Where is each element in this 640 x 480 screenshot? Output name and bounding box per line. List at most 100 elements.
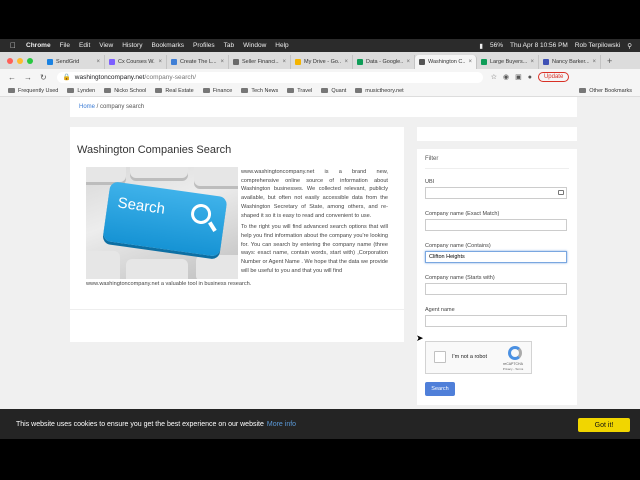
folder-icon — [8, 88, 15, 93]
tab-title: SendGrid — [56, 59, 80, 65]
mac-menu-bar:  Chrome File Edit View History Bookmarks Prof… — [0, 39, 640, 52]
folder-icon — [355, 88, 363, 93]
close-tab-icon[interactable]: × — [158, 59, 162, 65]
new-tab-icon[interactable]: + — [607, 56, 612, 66]
close-tab-icon[interactable]: × — [220, 59, 224, 65]
page-title: Washington Companies Search — [77, 144, 232, 156]
close-tab-icon[interactable]: × — [344, 59, 348, 65]
sidebar-top-card — [417, 127, 577, 141]
folder-icon — [579, 88, 587, 93]
tabs: SendGrid × Cx Courses W... × Create The L...… — [43, 55, 601, 69]
browser-tab[interactable]: Data - Google... × — [353, 55, 415, 69]
ubi-input[interactable] — [425, 187, 567, 199]
bookmark-item[interactable]: Travel — [287, 88, 312, 94]
bookmark-item[interactable]: musictheory.net — [355, 88, 404, 94]
folder-icon — [202, 88, 210, 93]
clock[interactable]: Thu Apr 8 10:56 PM — [510, 42, 568, 49]
bookmark-item[interactable]: Frequently Used — [8, 88, 58, 94]
recaptcha-terms[interactable]: Privacy - Terms — [499, 367, 527, 371]
bookmark-item[interactable]: Finance — [202, 88, 232, 94]
zoom-window-icon[interactable] — [27, 57, 33, 64]
menu-item-view[interactable]: View — [99, 42, 113, 49]
captcha-checkbox[interactable] — [434, 351, 446, 363]
close-tab-icon[interactable]: × — [96, 59, 100, 65]
bookmark-item[interactable]: Nicko School — [104, 88, 146, 94]
bookmark-label: Quant — [331, 87, 347, 94]
bookmark-item[interactable]: Quant — [321, 88, 346, 94]
close-window-icon[interactable] — [7, 57, 13, 64]
browser-tab[interactable]: SendGrid × — [43, 55, 105, 69]
bookmark-label: Real Estate — [165, 87, 194, 94]
browser-tab[interactable]: Large Buyers... × — [477, 55, 539, 69]
tab-title: Cx Courses W... — [118, 59, 156, 65]
forward-icon[interactable]: → — [24, 73, 32, 82]
divider — [70, 309, 404, 310]
browser-toolbar: ← → ↻ 🔒 washingtoncompany.net/company-se… — [0, 69, 640, 85]
browser-tab[interactable]: My Drive - Go... × — [291, 55, 353, 69]
favicon-icon — [47, 59, 53, 65]
lock-icon: 🔒 — [62, 74, 71, 81]
close-tab-icon[interactable]: × — [282, 59, 286, 65]
bookmark-star-icon[interactable]: ☆ — [491, 73, 497, 81]
browser-tab[interactable]: Seller Financi... × — [229, 55, 291, 69]
search-icon[interactable]: ⚲ — [627, 42, 632, 50]
starts-with-input[interactable] — [425, 283, 567, 295]
browser-tab[interactable]: Create The L... × — [167, 55, 229, 69]
battery-icon[interactable]: ▮ — [479, 42, 483, 50]
menu-item-edit[interactable]: Edit — [79, 42, 90, 49]
search-button[interactable]: Search — [425, 382, 455, 396]
bookmark-label: Lynden — [77, 87, 96, 94]
back-icon[interactable]: ← — [8, 73, 16, 82]
menu-item-history[interactable]: History — [122, 42, 142, 49]
favicon-icon — [109, 59, 115, 65]
puzzle-icon[interactable]: ▣ — [515, 73, 522, 81]
agent-name-input[interactable] — [425, 315, 567, 327]
favicon-icon — [543, 59, 549, 65]
user-name[interactable]: Rob Terpilowski — [575, 42, 620, 49]
profile-avatar[interactable]: ● — [528, 74, 532, 81]
breadcrumb-home-link[interactable]: Home — [79, 104, 95, 110]
exact-match-label: Company name (Exact Match) — [425, 211, 500, 217]
bookmark-item[interactable]: Tech News — [241, 88, 278, 94]
favicon-icon — [171, 59, 177, 65]
menu-item-help[interactable]: Help — [275, 42, 288, 49]
menu-item-window[interactable]: Window — [243, 42, 266, 49]
starts-with-label: Company name (Starts with) — [425, 275, 495, 281]
favicon-icon — [295, 59, 301, 65]
battery-percent: 56% — [490, 42, 504, 49]
close-tab-icon[interactable]: × — [406, 59, 410, 65]
menu-app-name[interactable]: Chrome — [26, 42, 51, 49]
menu-item-file[interactable]: File — [60, 42, 70, 49]
extension-icon[interactable]: ◉ — [503, 73, 509, 81]
exact-match-input[interactable] — [425, 219, 567, 231]
contains-input[interactable] — [425, 251, 567, 263]
cookie-accept-button[interactable]: Got it! — [578, 418, 630, 432]
close-tab-icon[interactable]: × — [592, 59, 596, 65]
minimize-window-icon[interactable] — [17, 57, 23, 64]
reload-icon[interactable]: ↻ — [40, 73, 47, 82]
menu-item-bookmarks[interactable]: Bookmarks — [151, 42, 184, 49]
intro-text: www.washingtoncompany.net is a brand new… — [241, 168, 388, 278]
menu-items: Chrome File Edit View History Bookmarks Profil… — [26, 42, 289, 49]
tab-title: Large Buyers... — [490, 59, 528, 65]
menu-item-profiles[interactable]: Profiles — [193, 42, 215, 49]
tab-title: Washington C... — [428, 59, 466, 65]
apple-icon[interactable]:  — [10, 41, 17, 50]
menu-item-tab[interactable]: Tab — [224, 42, 234, 49]
browser-tab[interactable]: Cx Courses W... × — [105, 55, 167, 69]
recaptcha-brand: reCAPTCHA — [503, 362, 523, 366]
bookmark-item[interactable]: Lynden — [67, 88, 95, 94]
close-tab-icon[interactable]: × — [468, 59, 472, 65]
bookmark-item[interactable]: Real Estate — [155, 87, 194, 94]
other-bookmarks[interactable]: Other Bookmarks — [579, 88, 632, 94]
more-info-link[interactable]: More info — [267, 421, 296, 428]
card-icon[interactable] — [558, 190, 564, 195]
address-bar[interactable]: 🔒 washingtoncompany.net/company-search/ — [56, 71, 483, 83]
contains-label: Company name (Contains) — [425, 243, 491, 249]
close-tab-icon[interactable]: × — [530, 59, 534, 65]
intro-card: Washington Companies Search Search www.w… — [70, 127, 404, 342]
magnifier-icon — [189, 202, 213, 226]
browser-tab[interactable]: Nancy Barker... × — [539, 55, 601, 69]
browser-tab[interactable]: Washington C... × — [415, 55, 477, 69]
update-button[interactable]: Update — [537, 72, 570, 82]
